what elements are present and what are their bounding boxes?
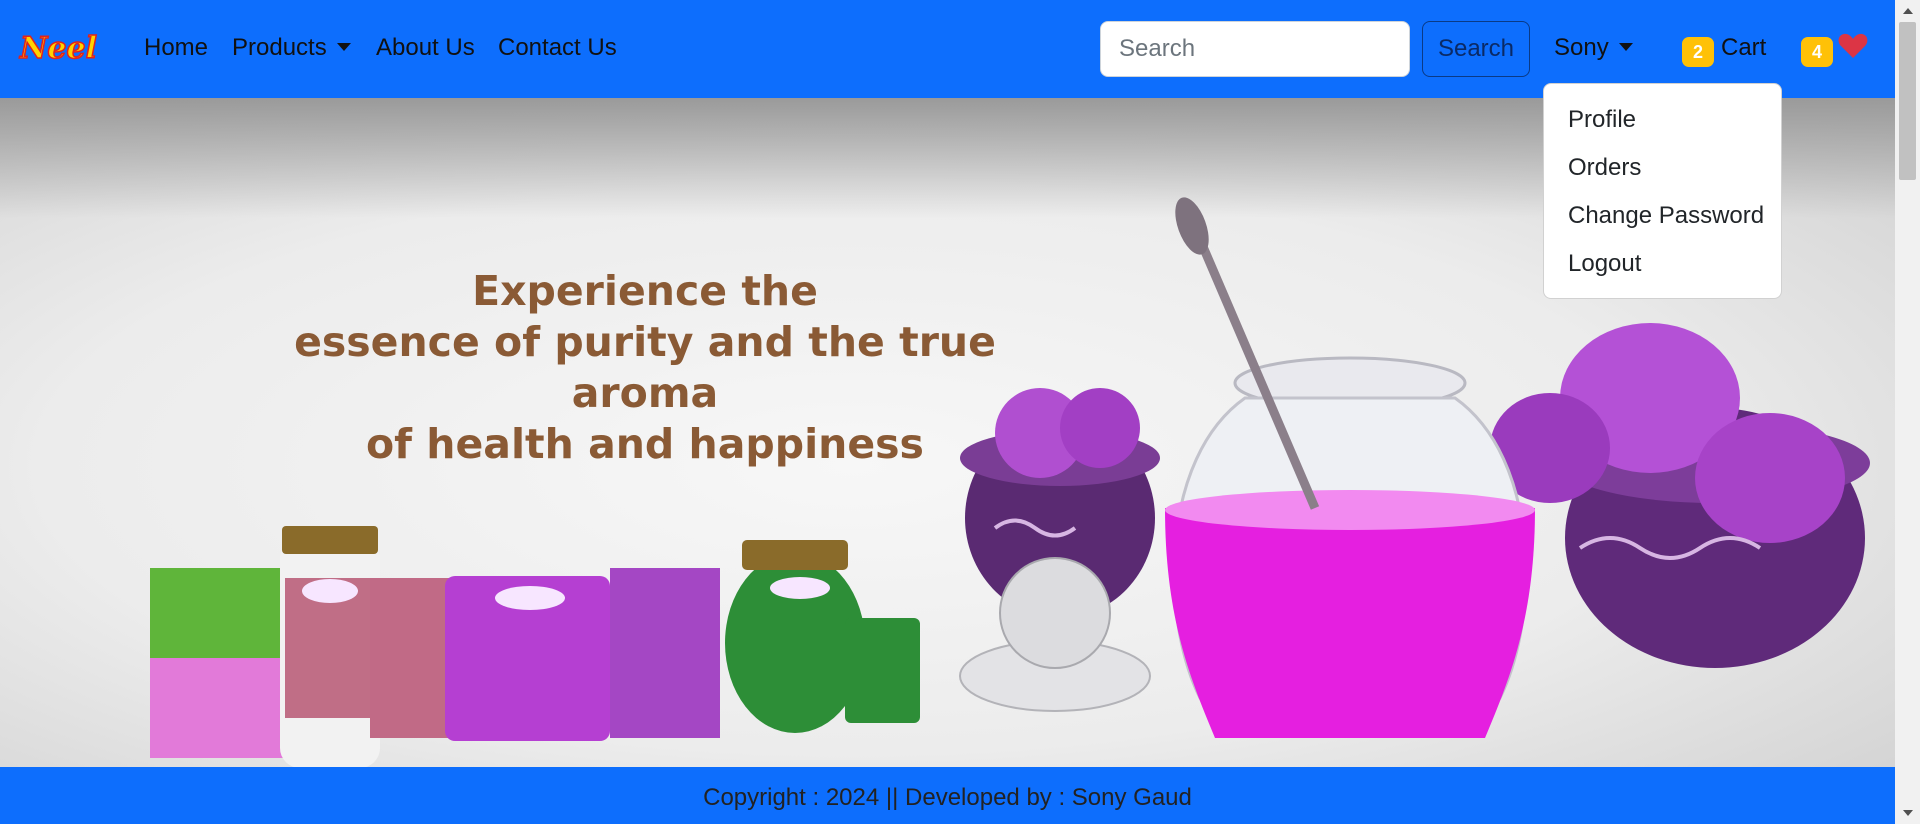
wishlist-count-badge: 4 [1801,37,1833,67]
user-name: Sony [1554,34,1609,61]
footer-copyright: Copyright : 2024 || Developed by : Sony … [703,784,1192,811]
menu-item-logout[interactable]: Logout [1544,240,1781,288]
user-menu-toggle[interactable]: Sony [1554,34,1633,62]
chevron-down-icon [1618,42,1633,51]
cart-link[interactable]: Cart [1721,34,1766,62]
brand-logo-text: Neel [19,31,97,66]
vertical-scrollbar[interactable] [1895,0,1920,824]
hero-headline-line-1: Experience the [472,267,818,315]
brand-logo[interactable]: Neel [18,30,108,67]
nav-about[interactable]: About Us [376,34,475,62]
cart-count-badge: 2 [1682,37,1714,67]
nav-home[interactable]: Home [144,34,208,62]
menu-item-orders[interactable]: Orders [1544,144,1781,192]
menu-item-profile[interactable]: Profile [1544,96,1781,144]
hero-headline-line-2: essence of purity and the true aroma [294,318,996,417]
user-dropdown-menu: Profile Orders Change Password Logout [1543,83,1782,299]
scroll-down-icon[interactable] [1903,810,1913,816]
scrollbar-thumb[interactable] [1899,22,1916,180]
hero-headline: Experience the essence of purity and the… [230,266,1060,470]
chevron-down-icon [336,42,351,51]
menu-item-change-password[interactable]: Change Password [1544,192,1781,240]
nav-products-label: Products [232,34,327,61]
heart-icon[interactable] [1837,30,1869,62]
search-button[interactable]: Search [1422,21,1530,77]
hero-headline-line-3: of health and happiness [366,420,924,468]
footer: Copyright : 2024 || Developed by : Sony … [0,767,1895,824]
search-input[interactable] [1100,21,1410,77]
nav-contact[interactable]: Contact Us [498,34,617,62]
nav-products-dropdown[interactable]: Products [232,34,351,62]
scroll-up-icon[interactable] [1903,8,1913,14]
